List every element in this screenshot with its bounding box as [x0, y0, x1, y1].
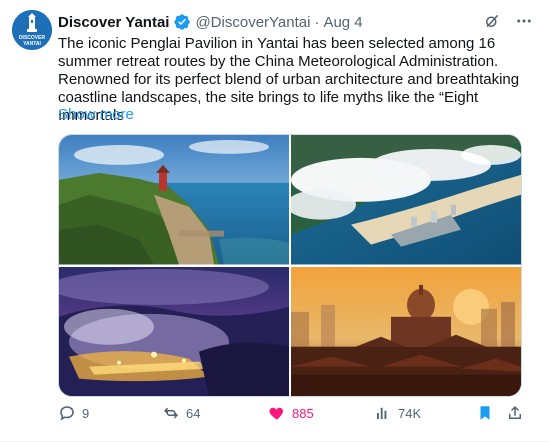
- like-count: 885: [292, 405, 314, 421]
- tweet-header: Discover Yantai @DiscoverYantai · Aug 4: [58, 12, 363, 32]
- reply-icon: [60, 406, 74, 421]
- avatar-logo: DISCOVER YANTAI: [12, 10, 52, 50]
- bookmark-button[interactable]: [476, 404, 494, 422]
- views-count: 74K: [398, 405, 422, 421]
- penglai-pavilion-coast-photo[interactable]: [59, 135, 289, 265]
- reply-button[interactable]: 9: [58, 404, 89, 422]
- sunset-pavilion-skyline-photo[interactable]: [291, 266, 521, 396]
- share-icon: [509, 406, 521, 419]
- tweet-action-bar: 9 64 885 74K: [58, 404, 528, 426]
- views-button[interactable]: 74K: [374, 404, 421, 422]
- cloud-sea-coastal-city-photo[interactable]: [291, 135, 521, 265]
- heart-icon: [269, 407, 284, 420]
- repost-count: 64: [186, 405, 201, 421]
- more-icon[interactable]: [513, 10, 535, 32]
- tweet-top-actions: [481, 10, 535, 32]
- night-fog-pavilion-photo[interactable]: [59, 266, 289, 396]
- separator-dot: ·: [314, 13, 320, 31]
- reply-count: 9: [82, 405, 90, 421]
- repost-button[interactable]: 64: [162, 404, 200, 422]
- grok-icon[interactable]: [481, 10, 503, 32]
- avatar-text-2: YANTAI: [23, 41, 41, 47]
- tweet-card[interactable]: DISCOVER YANTAI Discover Yantai @Discove…: [0, 0, 549, 442]
- tweet-date[interactable]: Aug 4: [323, 14, 362, 31]
- avatar[interactable]: DISCOVER YANTAI: [12, 10, 52, 50]
- like-button[interactable]: 885: [268, 404, 314, 422]
- repost-icon: [164, 407, 178, 419]
- show-more-link[interactable]: Show more: [58, 106, 134, 124]
- bookmark-icon: [480, 406, 490, 420]
- views-icon: [377, 407, 387, 419]
- verified-badge-icon: [173, 13, 191, 31]
- author-handle[interactable]: @DiscoverYantai: [195, 14, 310, 31]
- author-name[interactable]: Discover Yantai: [58, 14, 169, 31]
- media-grid: [58, 134, 522, 397]
- share-button[interactable]: [506, 404, 524, 422]
